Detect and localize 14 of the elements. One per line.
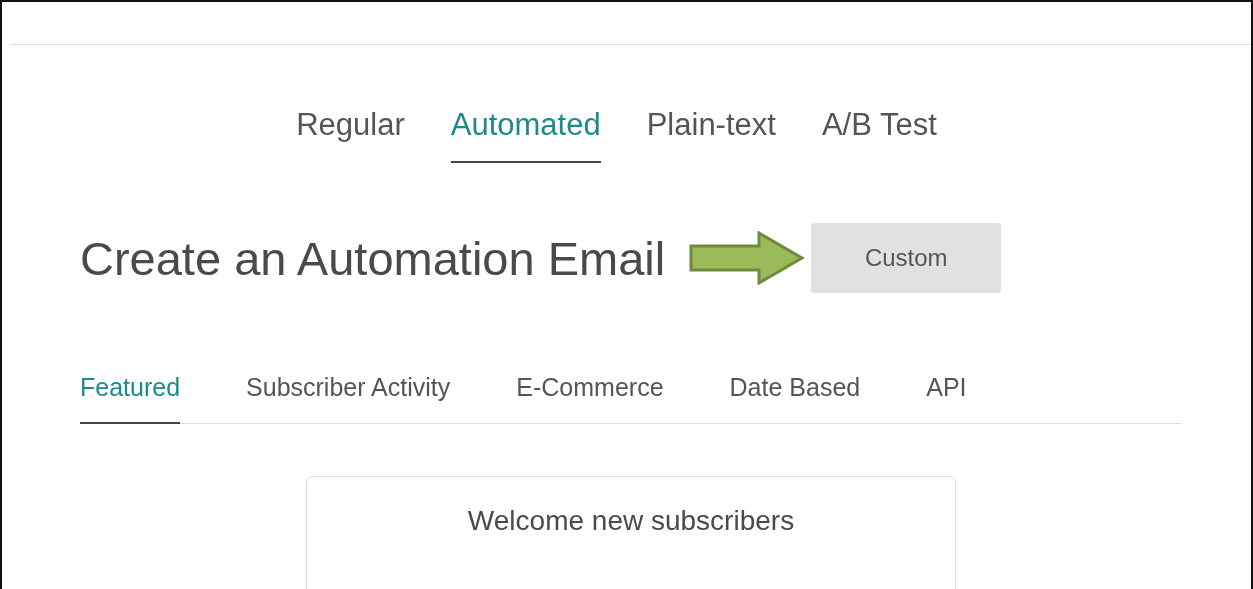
arrow-icon	[689, 231, 806, 285]
custom-button[interactable]: Custom	[811, 223, 1002, 293]
email-type-tab[interactable]: Plain-text	[646, 107, 776, 163]
email-type-tab[interactable]: Automated	[450, 107, 601, 163]
card-title: Welcome new subscribers	[467, 505, 795, 538]
category-tab[interactable]: Date Based	[729, 373, 861, 424]
automation-card[interactable]: Welcome new subscribers	[306, 476, 956, 589]
email-type-tab[interactable]: Regular	[296, 107, 405, 163]
category-tab[interactable]: Subscriber Activity	[246, 373, 451, 424]
category-tab[interactable]: Featured	[80, 373, 181, 424]
category-tab[interactable]: API	[926, 373, 967, 424]
email-type-tab[interactable]: A/B Test	[821, 107, 937, 163]
category-tab[interactable]: E-Commerce	[516, 373, 664, 424]
page-heading: Create an Automation Email	[80, 230, 666, 286]
